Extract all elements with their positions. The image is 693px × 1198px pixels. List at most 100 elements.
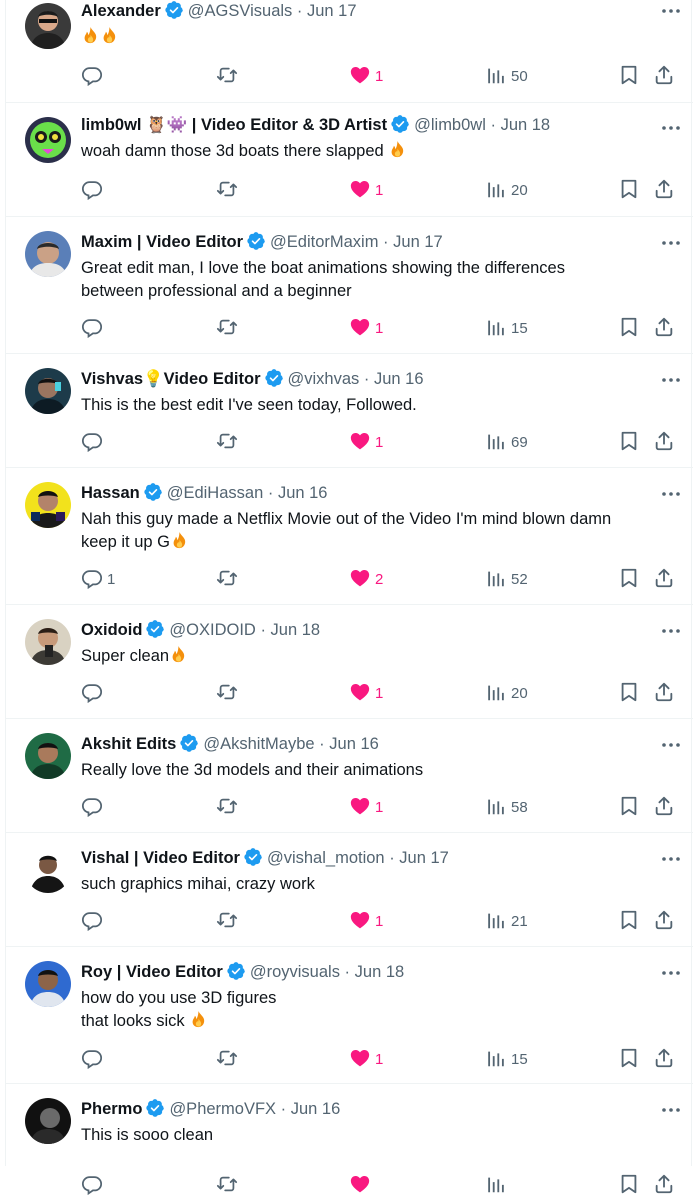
retweet-button[interactable]	[216, 909, 238, 933]
like-button[interactable]: 1	[349, 795, 383, 819]
reply-tweet[interactable]: limb0wl 🦉👾 | Video Editor & 3D Artist @li…	[6, 103, 693, 217]
timestamp[interactable]: Jun 16	[278, 484, 328, 502]
share-button[interactable]	[653, 430, 675, 454]
avatar[interactable]	[25, 1098, 71, 1144]
like-button[interactable]: 1	[349, 178, 383, 202]
reply-button[interactable]	[81, 1173, 103, 1197]
handle[interactable]: @AkshitMaybe	[203, 735, 314, 753]
display-name[interactable]: Oxidoid	[81, 621, 142, 639]
like-button[interactable]: 2	[349, 567, 383, 591]
views-button[interactable]: 69	[485, 430, 528, 454]
reply-tweet[interactable]: Vishal | Video Editor @vishal_motion · Ju…	[6, 833, 693, 947]
share-button[interactable]	[653, 64, 675, 88]
timestamp[interactable]: Jun 17	[307, 2, 357, 20]
share-button[interactable]	[653, 567, 675, 591]
handle[interactable]: @EditorMaxim	[270, 233, 378, 251]
retweet-button[interactable]	[216, 316, 238, 340]
more-button[interactable]	[659, 1101, 683, 1119]
bookmark-button[interactable]	[618, 64, 640, 88]
share-button[interactable]	[653, 1173, 675, 1197]
bookmark-button[interactable]	[618, 795, 640, 819]
handle[interactable]: @limb0wl	[414, 116, 486, 134]
share-button[interactable]	[653, 316, 675, 340]
display-name[interactable]: Vishvas	[81, 370, 143, 388]
handle[interactable]: @AGSVisuals	[188, 2, 293, 20]
bookmark-button[interactable]	[618, 567, 640, 591]
timestamp[interactable]: Jun 16	[291, 1100, 341, 1118]
bookmark-button[interactable]	[618, 430, 640, 454]
like-button[interactable]: 1	[349, 64, 383, 88]
display-name[interactable]: Maxim | Video Editor	[81, 233, 243, 251]
reply-tweet[interactable]: Oxidoid @OXIDOID · Jun 18 Super clean 1 2…	[6, 605, 693, 719]
reply-tweet[interactable]: Akshit Edits @AkshitMaybe · Jun 16 Really…	[6, 719, 693, 833]
avatar[interactable]	[25, 3, 71, 49]
retweet-button[interactable]	[216, 178, 238, 202]
display-name[interactable]: Alexander	[81, 2, 161, 20]
display-name[interactable]: Vishal | Video Editor	[81, 849, 240, 867]
share-button[interactable]	[653, 909, 675, 933]
reply-button[interactable]: 1	[81, 567, 115, 591]
timestamp[interactable]: Jun 18	[355, 963, 405, 981]
views-button[interactable]: 20	[485, 681, 528, 705]
avatar[interactable]	[25, 847, 71, 893]
timestamp[interactable]: Jun 16	[329, 735, 379, 753]
display-name-suffix[interactable]: | Video Editor & 3D Artist	[192, 116, 387, 134]
views-button[interactable]: 15	[485, 1047, 528, 1071]
like-button[interactable]: 1	[349, 430, 383, 454]
more-button[interactable]	[659, 850, 683, 868]
avatar[interactable]	[25, 961, 71, 1007]
reply-tweet[interactable]: Alexander @AGSVisuals · Jun 17 1 50	[6, 0, 693, 103]
reply-button[interactable]	[81, 178, 103, 202]
retweet-button[interactable]	[216, 681, 238, 705]
reply-tweet[interactable]: Hassan @EdiHassan · Jun 16 Nah this guy m…	[6, 468, 693, 605]
timestamp[interactable]: Jun 18	[501, 116, 551, 134]
avatar[interactable]	[25, 482, 71, 528]
reply-tweet[interactable]: Roy | Video Editor @royvisuals · Jun 18 h…	[6, 947, 693, 1084]
avatar[interactable]	[25, 231, 71, 277]
handle[interactable]: @royvisuals	[250, 963, 340, 981]
display-name-suffix[interactable]: Video Editor	[164, 370, 261, 388]
handle[interactable]: @vishal_motion	[267, 849, 385, 867]
reply-button[interactable]	[81, 1047, 103, 1071]
reply-tweet[interactable]: Phermo @PhermoVFX · Jun 16 This is sooo c…	[6, 1084, 693, 1166]
more-button[interactable]	[659, 964, 683, 982]
retweet-button[interactable]	[216, 1173, 238, 1197]
timestamp[interactable]: Jun 17	[393, 233, 443, 251]
avatar[interactable]	[25, 368, 71, 414]
avatar[interactable]	[25, 733, 71, 779]
views-button[interactable]: 21	[485, 909, 528, 933]
display-name[interactable]: Phermo	[81, 1100, 142, 1118]
views-button[interactable]: 58	[485, 795, 528, 819]
timestamp[interactable]: Jun 16	[374, 370, 424, 388]
views-button[interactable]: 20	[485, 178, 528, 202]
more-button[interactable]	[659, 736, 683, 754]
more-button[interactable]	[659, 234, 683, 252]
retweet-button[interactable]	[216, 795, 238, 819]
like-button[interactable]	[349, 1173, 371, 1197]
views-button[interactable]: 50	[485, 64, 528, 88]
retweet-button[interactable]	[216, 64, 238, 88]
display-name[interactable]: limb0wl	[81, 116, 142, 134]
views-button[interactable]: 15	[485, 316, 528, 340]
handle[interactable]: @OXIDOID	[169, 621, 255, 639]
bookmark-button[interactable]	[618, 178, 640, 202]
share-button[interactable]	[653, 795, 675, 819]
more-button[interactable]	[659, 485, 683, 503]
bookmark-button[interactable]	[618, 1173, 640, 1197]
like-button[interactable]: 1	[349, 681, 383, 705]
share-button[interactable]	[653, 681, 675, 705]
views-button[interactable]: 52	[485, 567, 528, 591]
handle[interactable]: @PhermoVFX	[169, 1100, 276, 1118]
avatar[interactable]	[25, 619, 71, 665]
bookmark-button[interactable]	[618, 1047, 640, 1071]
display-name[interactable]: Roy | Video Editor	[81, 963, 223, 981]
more-button[interactable]	[659, 119, 683, 137]
reply-button[interactable]	[81, 795, 103, 819]
reply-button[interactable]	[81, 64, 103, 88]
views-button[interactable]	[485, 1173, 507, 1197]
retweet-button[interactable]	[216, 1047, 238, 1071]
share-button[interactable]	[653, 178, 675, 202]
reply-button[interactable]	[81, 430, 103, 454]
handle[interactable]: @vixhvas	[288, 370, 360, 388]
display-name[interactable]: Akshit Edits	[81, 735, 176, 753]
